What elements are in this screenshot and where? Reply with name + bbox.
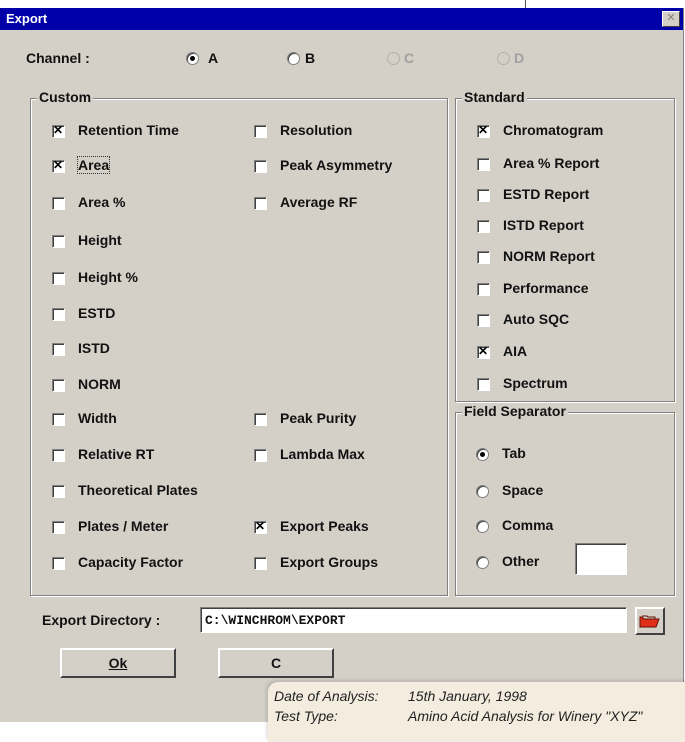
label-space: Space [502,482,544,498]
label-area: Area [76,156,111,174]
label-aia: AIA [503,343,528,359]
checkbox-norm-report[interactable] [477,251,490,264]
checkbox-average-rf[interactable] [254,197,267,210]
label-lambda-max: Lambda Max [280,446,365,462]
checkbox-estd-report[interactable] [477,189,490,202]
title-bar: Export ✕ [0,8,683,30]
label-average-rf: Average RF [280,194,358,210]
channel-radio-d [497,52,510,65]
label-plates-per-meter: Plates / Meter [78,518,169,534]
ok-button[interactable]: Ok [60,648,176,678]
channel-d-label: D [514,50,525,66]
checkbox-chromatogram[interactable] [477,123,490,138]
channel-b-label: B [305,50,316,66]
label-istd: ISTD [78,340,110,356]
analysis-note-card: Date of Analysis: 15th January, 1998 Tes… [268,682,685,742]
label-height-percent: Height % [78,269,138,285]
label-resolution: Resolution [280,122,353,138]
label-comma: Comma [502,517,554,533]
channel-label: Channel : [26,50,90,66]
checkbox-istd-report[interactable] [477,220,490,233]
channel-radio-a[interactable] [186,52,199,65]
close-icon: ✕ [666,12,676,24]
label-theoretical-plates: Theoretical Plates [78,482,198,498]
export-dialog: Export ✕ Channel : A B C D Custom Retent… [0,8,684,722]
separator-radio-other[interactable] [476,556,489,569]
separator-radio-tab[interactable] [476,448,489,461]
separator-radio-comma[interactable] [476,520,489,533]
label-tab: Tab [502,445,526,461]
checkbox-area-percent-report[interactable] [477,158,490,171]
checkbox-theoretical-plates[interactable] [52,485,65,498]
channel-c-label: C [404,50,415,66]
export-directory-label: Export Directory : [42,612,161,628]
export-directory-input[interactable]: C:\WINCHROM\EXPORT [200,607,627,633]
label-width: Width [78,410,117,426]
date-label: Date of Analysis: [274,688,379,704]
checkbox-performance[interactable] [477,283,490,296]
label-peak-purity: Peak Purity [280,410,357,426]
checkbox-relative-rt[interactable] [52,449,65,462]
label-retention-time: Retention Time [78,122,179,138]
label-norm-report: NORM Report [503,248,595,264]
checkbox-width[interactable] [52,413,65,426]
label-auto-sqc: Auto SQC [503,311,570,327]
checkbox-peak-asymmetry[interactable] [254,160,267,173]
channel-radio-b[interactable] [287,52,300,65]
label-estd: ESTD [78,305,116,321]
separator-radio-space[interactable] [476,485,489,498]
field-separator-group: Field Separator [455,403,675,596]
checkbox-auto-sqc[interactable] [477,314,490,327]
field-separator-legend: Field Separator [462,403,568,419]
folder-icon [639,615,660,628]
custom-legend: Custom [37,89,94,105]
checkbox-export-groups[interactable] [254,557,267,570]
date-value: 15th January, 1998 [408,688,527,704]
standard-legend: Standard [462,89,527,105]
cancel-button[interactable]: C [218,648,334,678]
checkbox-estd[interactable] [52,308,65,321]
cancel-button-label: C [270,655,282,671]
checkbox-plates-per-meter[interactable] [52,521,65,534]
label-export-peaks: Export Peaks [280,518,369,534]
close-button[interactable]: ✕ [662,11,680,27]
dialog-title: Export [6,11,48,26]
checkbox-area-percent[interactable] [52,197,65,210]
label-chromatogram: Chromatogram [503,122,604,138]
checkbox-aia[interactable] [477,344,490,359]
label-norm: NORM [78,376,121,392]
label-spectrum: Spectrum [503,375,568,391]
ok-button-label: Ok [108,655,128,671]
checkbox-height-percent[interactable] [52,272,65,285]
label-estd-report: ESTD Report [503,186,590,202]
checkbox-retention-time[interactable] [52,123,65,138]
checkbox-istd[interactable] [52,343,65,356]
channel-a-label: A [208,50,219,66]
label-export-groups: Export Groups [280,554,379,570]
checkbox-norm[interactable] [52,379,65,392]
checkbox-export-peaks[interactable] [254,519,267,534]
label-performance: Performance [503,280,589,296]
checkbox-height[interactable] [52,235,65,248]
label-peak-asymmetry: Peak Asymmetry [280,157,393,173]
checkbox-spectrum[interactable] [477,378,490,391]
checkbox-area[interactable] [52,158,65,173]
checkbox-peak-purity[interactable] [254,413,267,426]
channel-radio-c [387,52,400,65]
browse-button[interactable] [635,607,665,635]
checkbox-capacity-factor[interactable] [52,557,65,570]
label-capacity-factor: Capacity Factor [78,554,184,570]
label-area-percent-report: Area % Report [503,155,600,171]
label-height: Height [78,232,122,248]
label-other: Other [502,553,540,569]
checkbox-resolution[interactable] [254,125,267,138]
checkbox-lambda-max[interactable] [254,449,267,462]
other-separator-input[interactable] [575,543,627,575]
label-relative-rt: Relative RT [78,446,155,462]
label-area-percent: Area % [78,194,126,210]
label-istd-report: ISTD Report [503,217,584,233]
